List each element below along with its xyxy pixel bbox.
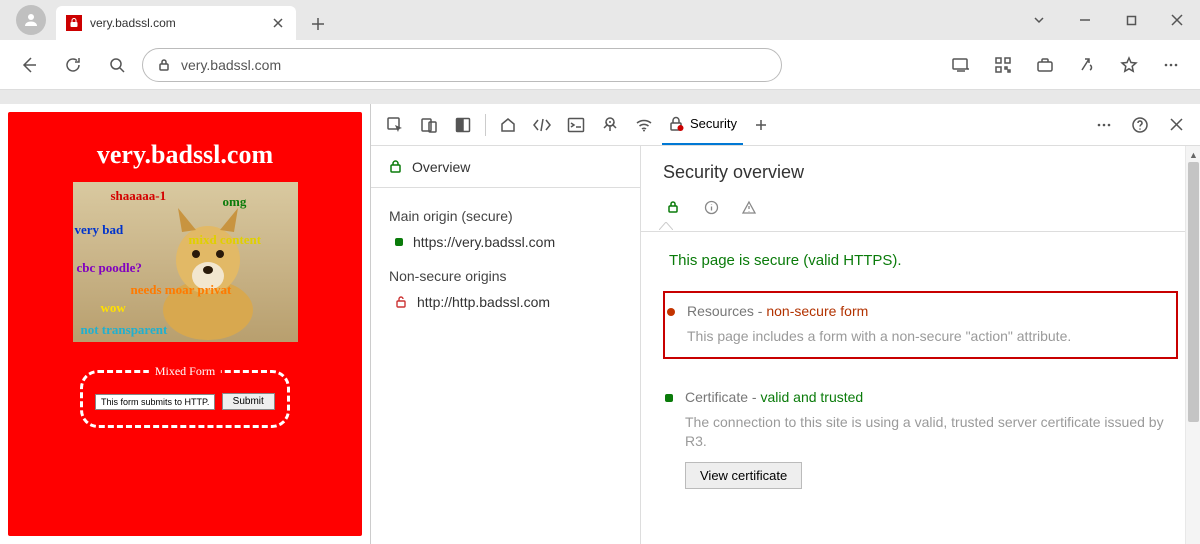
favorite-icon[interactable] <box>1110 46 1148 84</box>
doge-text: mixd content <box>189 232 262 248</box>
page-heading: very.badssl.com <box>8 140 362 170</box>
device-icon[interactable] <box>413 109 445 141</box>
overview-label: Overview <box>412 159 470 175</box>
doge-text: very bad <box>75 222 124 238</box>
doge-text: omg <box>223 194 247 210</box>
briefcase-icon[interactable] <box>1026 46 1064 84</box>
profile-icon[interactable] <box>16 5 46 35</box>
nonsecure-origin-item[interactable]: http://http.badssl.com <box>389 294 622 310</box>
security-tab-label: Security <box>690 116 737 131</box>
devtools-more-icon[interactable] <box>1088 109 1120 141</box>
url-text: very.badssl.com <box>181 57 281 73</box>
refresh-button[interactable] <box>54 46 92 84</box>
scrollbar-thumb[interactable] <box>1188 162 1199 422</box>
security-overview-title: Security overview <box>663 162 1178 183</box>
doge-text: needs moar privat <box>131 282 232 298</box>
address-bar[interactable]: very.badssl.com <box>142 48 782 82</box>
mixed-form-input[interactable] <box>95 394 215 410</box>
red-dot-icon <box>667 308 675 316</box>
welcome-tab-icon[interactable] <box>492 109 524 141</box>
add-tab-icon[interactable] <box>745 109 777 141</box>
toolbar: very.badssl.com <box>0 40 1200 90</box>
inspect-icon[interactable] <box>379 109 411 141</box>
resources-title: Resources - non-secure form <box>687 303 1162 319</box>
mixed-form-submit[interactable]: Submit <box>222 393 275 410</box>
devtools-help-icon[interactable] <box>1124 109 1156 141</box>
doge-text: shaaaaa-1 <box>111 188 167 204</box>
lock-warning-icon <box>66 15 82 31</box>
back-button[interactable] <box>10 46 48 84</box>
page-viewport: very.badssl.com shaaaaa-1 omg very bad mixd… <box>0 104 370 544</box>
nonsecure-origin-url: http://http.badssl.com <box>417 294 550 310</box>
main-origin-url: https://very.badssl.com <box>413 234 555 250</box>
nonsecure-heading: Non-secure origins <box>389 268 622 284</box>
resources-panel: Resources - non-secure form This page in… <box>663 291 1178 359</box>
doge-text: wow <box>101 300 126 316</box>
tab-title: very.badssl.com <box>90 16 262 30</box>
search-button[interactable] <box>98 46 136 84</box>
devtools-tabbar: Security <box>371 104 1200 146</box>
green-dot-icon <box>665 394 673 402</box>
mixed-form-box: Mixed Form Submit <box>80 370 290 428</box>
main-origin-item[interactable]: https://very.badssl.com <box>389 234 622 250</box>
sources-tab-icon[interactable] <box>594 109 626 141</box>
mixed-form-legend: Mixed Form <box>149 364 221 379</box>
dog-illustration <box>148 200 268 340</box>
dock-icon[interactable] <box>447 109 479 141</box>
scrollbar[interactable]: ▲ <box>1185 146 1200 544</box>
security-main: Security overview This page is secure (v… <box>641 146 1200 544</box>
cert-title: Certificate - valid and trusted <box>685 389 1164 405</box>
more-icon[interactable] <box>1152 46 1190 84</box>
security-status-line: This page is secure (valid HTTPS). <box>669 252 1178 269</box>
security-tab[interactable]: Security <box>662 105 743 145</box>
elements-tab-icon[interactable] <box>526 109 558 141</box>
secure-dot-icon <box>395 238 403 246</box>
window-controls <box>1016 0 1200 40</box>
view-certificate-button[interactable]: View certificate <box>685 462 802 489</box>
console-tab-icon[interactable] <box>560 109 592 141</box>
window-close-button[interactable] <box>1154 4 1200 36</box>
certificate-panel: Certificate - valid and trusted The conn… <box>663 379 1178 499</box>
new-tab-button[interactable] <box>302 8 334 40</box>
maximize-button[interactable] <box>1108 4 1154 36</box>
qr-icon[interactable] <box>984 46 1022 84</box>
unlock-icon <box>395 296 407 308</box>
main-origin-heading: Main origin (secure) <box>389 208 622 224</box>
content-area: very.badssl.com shaaaaa-1 omg very bad mixd… <box>0 104 1200 544</box>
doge-image: shaaaaa-1 omg very bad mixd content cbc pood… <box>73 182 298 342</box>
filter-lock-icon[interactable] <box>663 197 683 217</box>
chevron-down-icon[interactable] <box>1016 4 1062 36</box>
tab-close-icon[interactable] <box>270 15 286 31</box>
filter-warning-icon[interactable] <box>739 197 759 217</box>
site-lock-icon[interactable] <box>157 58 171 72</box>
doge-text: not transparent <box>81 322 168 338</box>
cert-desc: The connection to this site is using a v… <box>685 413 1164 452</box>
sidebar-overview[interactable]: Overview <box>371 146 640 188</box>
network-tab-icon[interactable] <box>628 109 660 141</box>
scroll-up-icon[interactable]: ▲ <box>1186 148 1200 162</box>
devtools-close-icon[interactable] <box>1160 109 1192 141</box>
read-aloud-icon[interactable] <box>1068 46 1106 84</box>
minimize-button[interactable] <box>1062 4 1108 36</box>
resources-desc: This page includes a form with a non-sec… <box>687 327 1162 347</box>
security-sidebar: Overview Main origin (secure) https://ve… <box>371 146 641 544</box>
browser-chrome: very.badssl.com very.badssl.com <box>0 0 1200 104</box>
doge-text: cbc poodle? <box>77 260 142 276</box>
screen-icon[interactable] <box>942 46 980 84</box>
filter-info-icon[interactable] <box>701 197 721 217</box>
browser-tab[interactable]: very.badssl.com <box>56 6 296 40</box>
devtools-panel: Security Overview Main origin (secure) <box>370 104 1200 544</box>
